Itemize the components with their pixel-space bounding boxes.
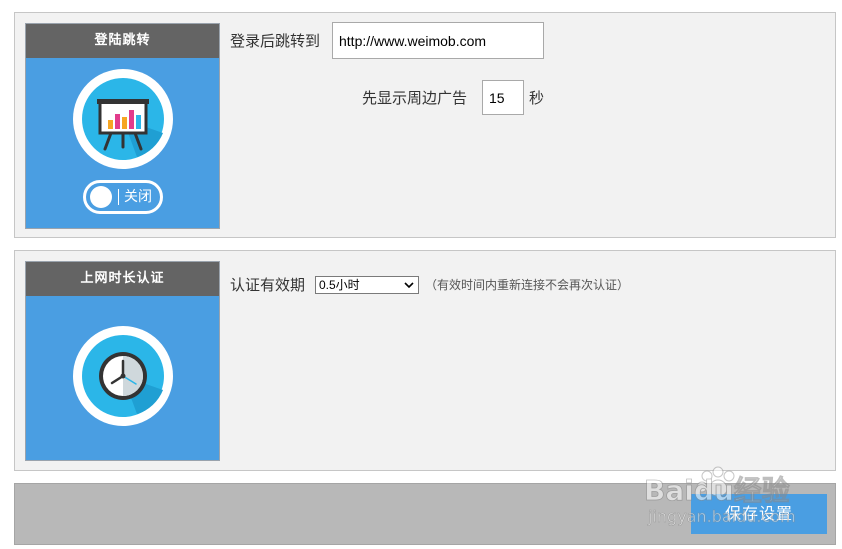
redirect-toggle[interactable]: 关闭 <box>83 180 163 214</box>
auth-card-title: 上网时长认证 <box>26 262 219 296</box>
presentation-chart-icon <box>73 69 173 169</box>
validity-selected-value: 0.5小时 <box>319 278 360 292</box>
save-settings-button[interactable]: 保存设置 <box>691 494 827 534</box>
toggle-separator <box>118 189 119 205</box>
toggle-knob <box>90 186 112 208</box>
footer-bar: 保存设置 <box>14 483 836 545</box>
redirect-url-input[interactable] <box>332 22 544 59</box>
ad-seconds-input[interactable] <box>482 80 524 115</box>
validity-select[interactable]: 0.5小时 <box>315 276 419 294</box>
ad-duration-label: 先显示周边广告 <box>362 89 468 107</box>
redirect-url-label: 登录后跳转到 <box>230 32 321 50</box>
validity-label: 认证有效期 <box>230 276 306 294</box>
redirect-card: 登陆跳转 关闭 <box>25 23 220 229</box>
redirect-card-title-text: 登陆跳转 <box>94 33 151 48</box>
redirect-card-title: 登陆跳转 <box>26 24 219 58</box>
auth-card-title-text: 上网时长认证 <box>80 271 165 286</box>
auth-card: 上网时长认证 <box>25 261 220 461</box>
auth-panel: 上网时长认证 认证有效期 0.5小时 （有效时间内重新连接不会再次认证） <box>14 250 836 471</box>
redirect-panel: 登陆跳转 关闭 登录后跳转到 先显示周边广 <box>14 12 836 238</box>
ad-seconds-unit: 秒 <box>529 89 545 107</box>
clock-icon <box>73 326 173 426</box>
toggle-label: 关闭 <box>124 189 152 205</box>
chevron-down-icon <box>404 282 414 289</box>
validity-note: （有效时间内重新连接不会再次认证） <box>425 278 630 292</box>
